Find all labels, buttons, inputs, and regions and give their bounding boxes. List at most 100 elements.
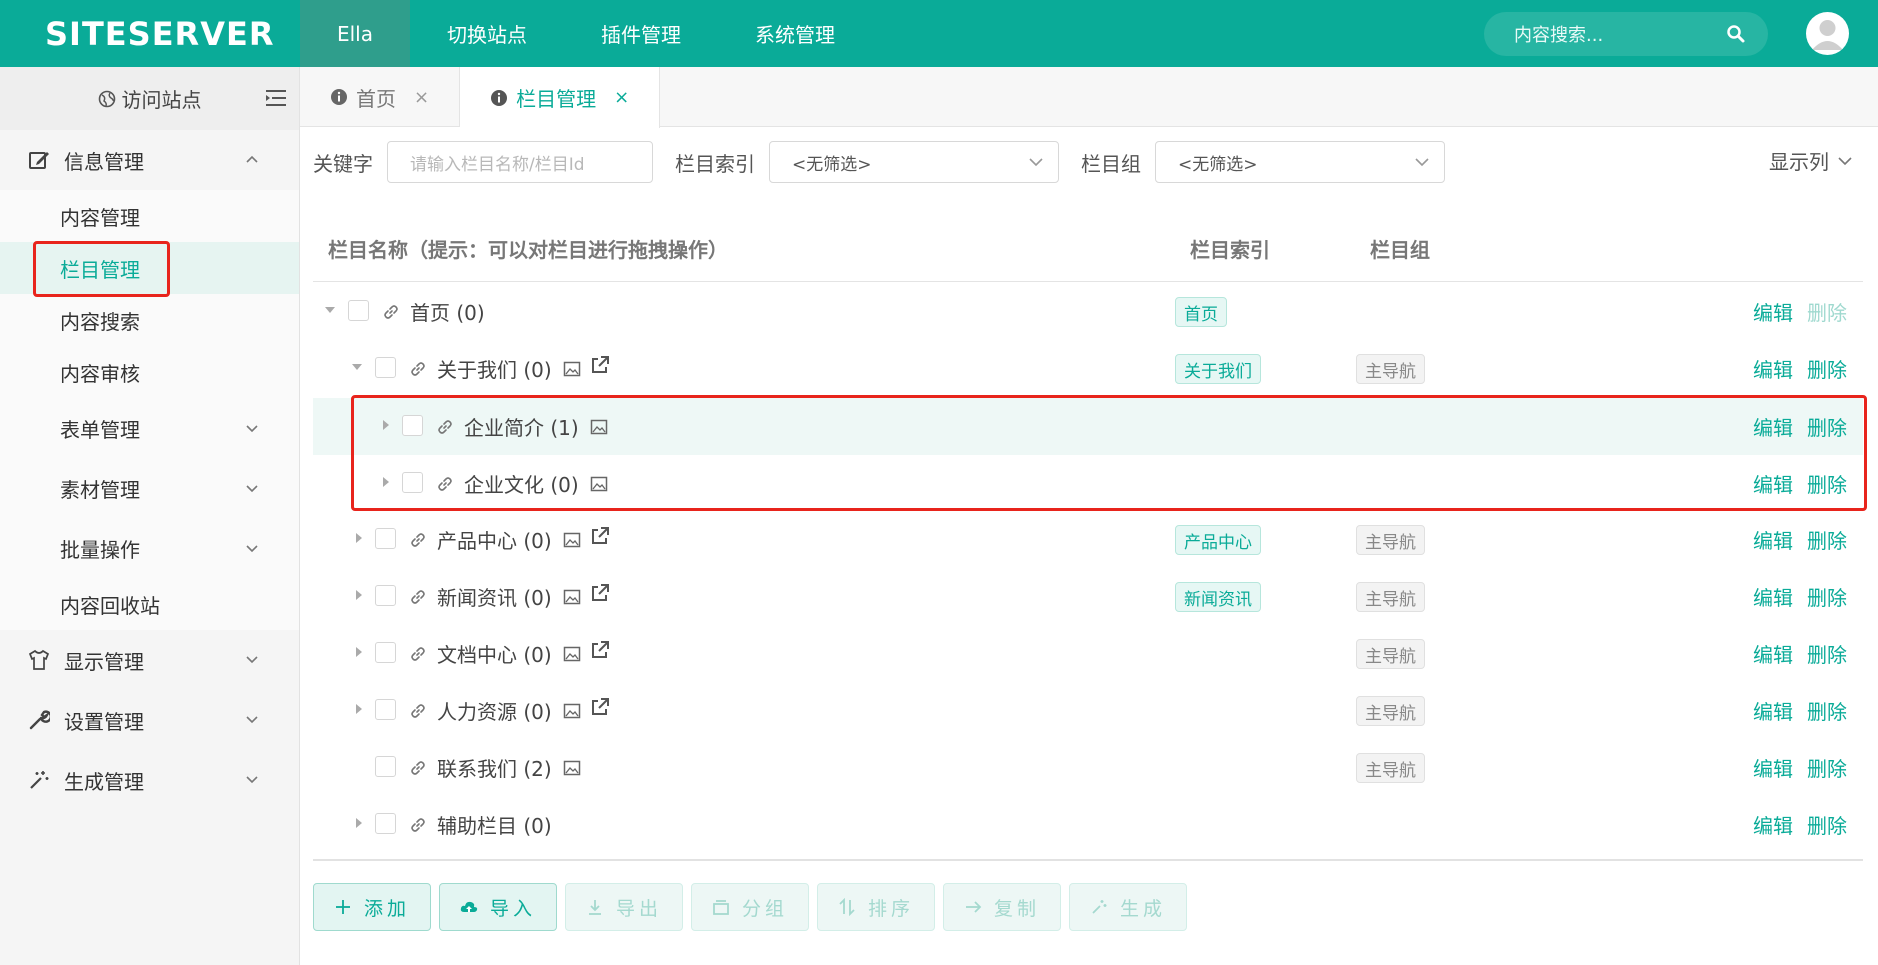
delete-button[interactable]: 删除: [1807, 525, 1847, 554]
sort-button-label: 排序: [867, 897, 914, 920]
delete-button[interactable]: 删除: [1807, 753, 1847, 782]
caret-right-icon[interactable]: [354, 531, 364, 545]
channel-name[interactable]: 文档中心 (0): [437, 639, 552, 668]
channel-name[interactable]: 辅助栏目 (0): [437, 810, 552, 839]
add-button[interactable]: 添加: [313, 883, 431, 931]
delete-button[interactable]: 删除: [1807, 639, 1847, 668]
edit-button[interactable]: 编辑: [1753, 354, 1793, 383]
edit-button[interactable]: 编辑: [1753, 696, 1793, 725]
row-checkbox[interactable]: [375, 528, 396, 549]
sidebar-item-forms[interactable]: 表单管理: [0, 398, 299, 458]
row-checkbox[interactable]: [375, 585, 396, 606]
image-icon[interactable]: [563, 759, 581, 777]
edit-button[interactable]: 编辑: [1753, 639, 1793, 668]
import-button[interactable]: 导入: [439, 883, 557, 931]
chevron-up-icon: [246, 155, 258, 163]
external-link-icon[interactable]: [589, 696, 611, 718]
table-row[interactable]: 新闻资讯 (0) 新闻资讯 主导航 编辑 删除: [313, 568, 1863, 625]
table-row[interactable]: 人力资源 (0) 主导航 编辑 删除: [313, 682, 1863, 739]
sidebar-item-recycle[interactable]: 内容回收站: [0, 578, 299, 630]
delete-button[interactable]: 删除: [1807, 297, 1847, 326]
close-icon[interactable]: ×: [414, 87, 429, 108]
group-button[interactable]: 分组: [691, 883, 809, 931]
content-search-input[interactable]: 内容搜索...: [1484, 12, 1768, 56]
generate-button[interactable]: 生成: [1069, 883, 1187, 931]
user-avatar[interactable]: [1806, 12, 1849, 55]
sidebar-item-materials[interactable]: 素材管理: [0, 458, 299, 518]
channel-name[interactable]: 首页 (0): [410, 297, 485, 326]
channel-group-select[interactable]: <无筛选>: [1155, 141, 1445, 183]
nav-item-plugins[interactable]: 插件管理: [564, 0, 718, 67]
sidebar-group-generate[interactable]: 生成管理: [0, 750, 299, 810]
image-icon[interactable]: [563, 360, 581, 378]
table-row[interactable]: 首页 (0) 首页 编辑 删除: [313, 283, 1863, 340]
sidebar-group-info[interactable]: 信息管理: [0, 130, 299, 190]
channel-name[interactable]: 产品中心 (0): [437, 525, 552, 554]
external-link-icon[interactable]: [589, 582, 611, 604]
nav-item-system[interactable]: 系统管理: [718, 0, 872, 67]
caret-down-icon[interactable]: [352, 360, 362, 374]
caret-right-icon[interactable]: [354, 645, 364, 659]
channel-name[interactable]: 关于我们 (0): [437, 354, 552, 383]
delete-button[interactable]: 删除: [1807, 354, 1847, 383]
image-icon[interactable]: [563, 531, 581, 549]
copy-button[interactable]: 复制: [943, 883, 1061, 931]
channel-name[interactable]: 人力资源 (0): [437, 696, 552, 725]
logo[interactable]: SITESERVER: [0, 0, 300, 67]
row-checkbox[interactable]: [375, 699, 396, 720]
filter-bar: 关键字 请输入栏目名称/栏目Id 栏目索引 <无筛选> 栏目组 <无筛选> 显示…: [313, 140, 1863, 184]
table-row[interactable]: 辅助栏目 (0) 编辑 删除: [313, 796, 1863, 853]
row-checkbox[interactable]: [375, 642, 396, 663]
generate-button-label: 生成: [1119, 897, 1166, 920]
chevron-down-icon: [1415, 158, 1429, 167]
tab-channels[interactable]: 栏目管理 ×: [460, 67, 661, 128]
delete-button[interactable]: 删除: [1807, 582, 1847, 611]
caret-right-icon[interactable]: [354, 588, 364, 602]
search-icon[interactable]: [1726, 24, 1746, 44]
sidebar-item-content-search[interactable]: 内容搜索: [0, 294, 299, 346]
edit-button[interactable]: 编辑: [1753, 753, 1793, 782]
caret-right-icon[interactable]: [354, 816, 364, 830]
delete-button[interactable]: 删除: [1807, 810, 1847, 839]
channel-name[interactable]: 联系我们 (2): [437, 753, 552, 782]
channel-name[interactable]: 新闻资讯 (0): [437, 582, 552, 611]
external-link-icon[interactable]: [589, 525, 611, 547]
edit-button[interactable]: 编辑: [1753, 297, 1793, 326]
sidebar-group-display[interactable]: 显示管理: [0, 630, 299, 690]
keyword-input[interactable]: 请输入栏目名称/栏目Id: [387, 141, 653, 183]
sidebar-item-content[interactable]: 内容管理: [0, 190, 299, 242]
sidebar-item-batch[interactable]: 批量操作: [0, 518, 299, 578]
sidebar-group-settings[interactable]: 设置管理: [0, 690, 299, 750]
sidebar-item-content-check[interactable]: 内容审核: [0, 346, 299, 398]
delete-button[interactable]: 删除: [1807, 696, 1847, 725]
table-row[interactable]: 关于我们 (0) 关于我们 主导航 编辑 删除: [313, 340, 1863, 397]
channel-group-badge: 主导航: [1356, 753, 1425, 783]
edit-button[interactable]: 编辑: [1753, 525, 1793, 554]
show-columns-dropdown[interactable]: 显示列: [1769, 146, 1853, 175]
caret-down-icon[interactable]: [325, 303, 335, 317]
image-icon[interactable]: [563, 588, 581, 606]
menu-collapse-icon[interactable]: [265, 89, 287, 107]
table-row[interactable]: 联系我们 (2) 主导航 编辑 删除: [313, 739, 1863, 796]
edit-button[interactable]: 编辑: [1753, 810, 1793, 839]
close-icon[interactable]: ×: [614, 87, 629, 108]
tab-home[interactable]: 首页 ×: [300, 67, 461, 127]
row-checkbox[interactable]: [348, 300, 369, 321]
nav-item-switch-site[interactable]: 切换站点: [410, 0, 564, 67]
table-row[interactable]: 产品中心 (0) 产品中心 主导航 编辑 删除: [313, 511, 1863, 568]
external-link-icon[interactable]: [589, 639, 611, 661]
edit-button[interactable]: 编辑: [1753, 582, 1793, 611]
table-row[interactable]: 文档中心 (0) 主导航 编辑 删除: [313, 625, 1863, 682]
caret-right-icon[interactable]: [354, 702, 364, 716]
row-checkbox[interactable]: [375, 813, 396, 834]
visit-site-button[interactable]: 访问站点: [0, 67, 299, 130]
channel-index-select[interactable]: <无筛选>: [769, 141, 1059, 183]
row-checkbox[interactable]: [375, 756, 396, 777]
export-button[interactable]: 导出: [565, 883, 683, 931]
image-icon[interactable]: [563, 645, 581, 663]
sort-button[interactable]: 排序: [817, 883, 935, 931]
row-checkbox[interactable]: [375, 357, 396, 378]
external-link-icon[interactable]: [589, 354, 611, 376]
nav-item-site[interactable]: Ella: [300, 0, 410, 67]
image-icon[interactable]: [563, 702, 581, 720]
